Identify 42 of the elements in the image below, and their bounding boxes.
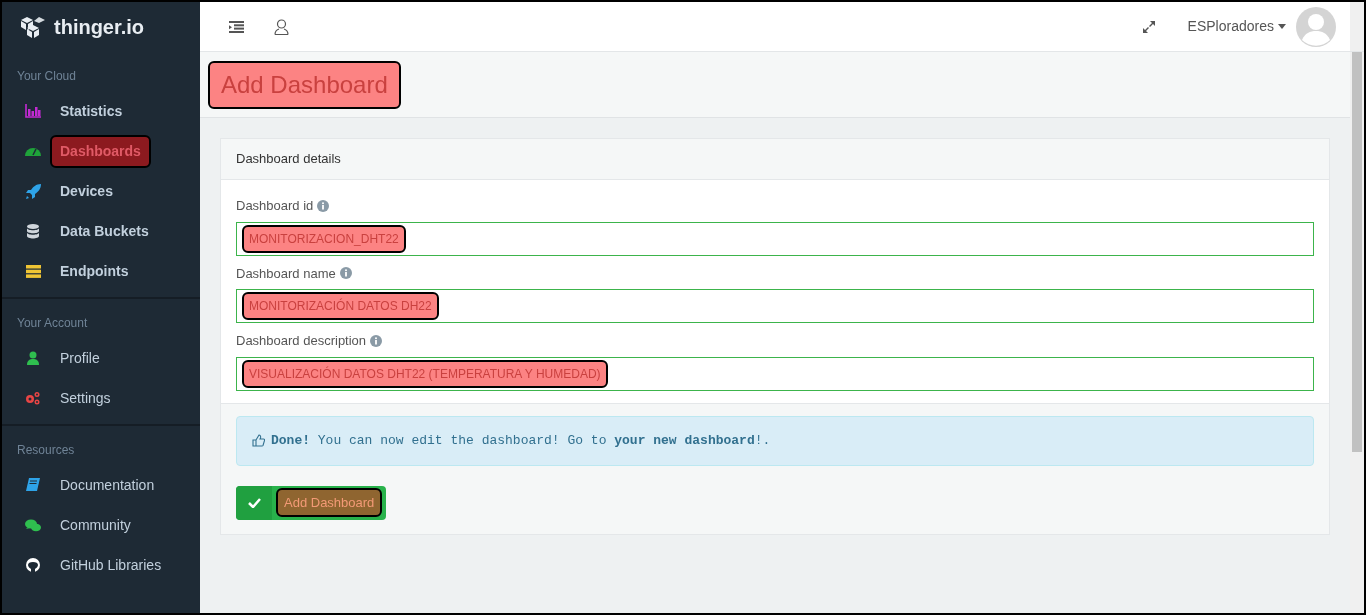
sidebar-item[interactable]: Endpoints — [50, 254, 139, 288]
page-title: Add Dashboard — [208, 60, 401, 109]
bar-chart-icon — [25, 104, 41, 118]
section-heading: Your Cloud — [16, 68, 77, 83]
database-icon — [27, 223, 39, 239]
book-icon — [26, 478, 40, 492]
sidebar-item[interactable]: Community — [50, 508, 141, 542]
cubes-logo-icon — [20, 16, 46, 38]
info-icon — [370, 334, 383, 347]
rocket-icon — [25, 183, 41, 199]
sidebar-item[interactable]: Devices — [50, 174, 123, 208]
thumbs-up-icon — [252, 434, 265, 447]
sidebar-item[interactable]: Documentation — [50, 468, 165, 502]
server-icon — [25, 264, 41, 278]
scrollbar-thumb[interactable] — [1352, 52, 1362, 452]
field-label: Dashboard name — [236, 264, 336, 283]
sidebar-item[interactable]: Statistics — [50, 94, 133, 128]
section-heading: Your Account — [16, 315, 89, 330]
sidebar-item[interactable]: GitHub Libraries — [50, 548, 172, 582]
chat-bubbles-icon — [25, 518, 41, 532]
success-message: Done! You can now edit the dashboard! Go to your new dashboard!. — [271, 431, 771, 450]
scrollbar[interactable] — [1350, 2, 1364, 51]
user-menu[interactable]: ESPloradores — [1187, 16, 1286, 37]
field-label: Dashboard description — [236, 332, 367, 350]
check-icon — [247, 497, 261, 508]
menu-icon[interactable] — [229, 20, 244, 33]
section-heading: Resources — [16, 442, 76, 457]
gauge-icon — [25, 145, 41, 157]
card-title: Dashboard details — [221, 139, 1329, 180]
info-icon — [339, 267, 352, 280]
caret-icon — [1278, 24, 1286, 29]
person-icon — [27, 351, 39, 365]
expand-icon[interactable] — [1141, 19, 1156, 34]
sidebar-item[interactable]: Data Buckets — [50, 214, 159, 248]
gears-icon — [25, 391, 41, 405]
user-icon[interactable] — [274, 18, 289, 35]
brand-name[interactable]: thinger.io — [54, 12, 144, 42]
field-label: Dashboard id — [236, 197, 314, 215]
sidebar-item[interactable]: Settings — [50, 381, 121, 415]
info-icon — [317, 199, 330, 212]
github-icon — [26, 558, 40, 572]
sidebar-item[interactable]: Profile — [50, 341, 110, 375]
